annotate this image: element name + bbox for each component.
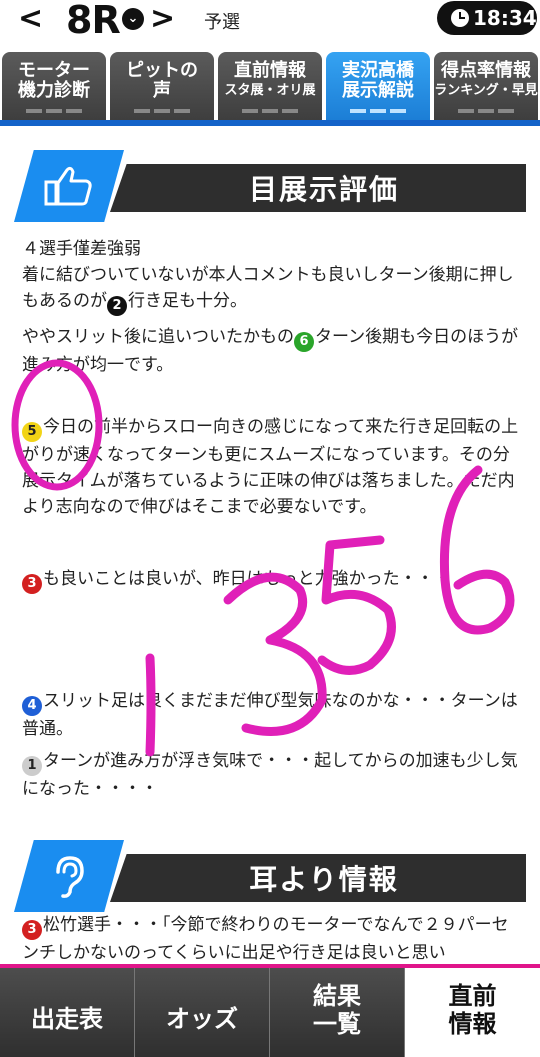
time-badge: 18:34 bbox=[437, 1, 537, 35]
boat-number-badge: 4 bbox=[22, 696, 42, 716]
ear-icon bbox=[56, 856, 84, 898]
boat-number-badge: 2 bbox=[107, 296, 127, 316]
tab-indicator bbox=[350, 109, 406, 113]
tab-label-line1: 直前情報 bbox=[234, 60, 306, 81]
paragraph-boat6: ややスリット後に追いついたかもの 6 ターン後期も今日のほうが進み方が均一です。 bbox=[22, 324, 522, 378]
nav-label-line2: 一覧 bbox=[313, 1010, 361, 1038]
tab-label-line2: 声 bbox=[153, 80, 171, 101]
race-stage-label: 予選 bbox=[204, 12, 240, 33]
thumbs-up-icon bbox=[44, 166, 92, 206]
paragraph-boat4: 4 スリット足は良くまだまだ伸び型気味なのかな・・・ターンは普通。 bbox=[22, 688, 522, 742]
top-bar: < 8R ⌄ > 予選 18:34 bbox=[0, 0, 540, 42]
boat-number-badge: 1 bbox=[22, 756, 42, 776]
nav-label: オッズ bbox=[166, 1005, 238, 1033]
tab-label-line1: 得点率情報 bbox=[441, 60, 531, 81]
boat-number-badge: 3 bbox=[22, 920, 42, 940]
boat-number-badge: 5 bbox=[22, 422, 42, 442]
tab-label-line2: 展示解説 bbox=[342, 80, 414, 101]
tab-label-line1: モーター bbox=[18, 60, 90, 81]
paragraph-text: も良いことは良いが、昨日はもっと力強かった・・・ bbox=[43, 569, 451, 589]
paragraph-text: 今日の前半からスロー向きの感じになって来た行き足回転の上がりが速くなってターンも… bbox=[22, 417, 519, 517]
race-number: 8R bbox=[66, 0, 121, 42]
section-title: 耳より情報 bbox=[249, 863, 399, 896]
handwritten-digit-5 bbox=[317, 535, 396, 675]
nav-label-line1: 結果 bbox=[313, 982, 361, 1010]
boat-number-badge: 3 bbox=[22, 574, 42, 594]
section-title: 目展示評価 bbox=[248, 173, 399, 206]
bottom-navigation: 出走表 オッズ 結果 一覧 直前 情報 bbox=[0, 964, 540, 1057]
nav-label-line1: 直前 bbox=[448, 982, 497, 1010]
section-header-evaluation: 目展示評価 bbox=[14, 150, 526, 222]
paragraph-boat3: 3 も良いことは良いが、昨日はもっと力強かった・・・ bbox=[22, 566, 522, 594]
paragraph-text: 行き足も十分。 bbox=[128, 291, 247, 311]
boat-number-badge: 6 bbox=[294, 332, 314, 352]
tab-label-line2: スタ展・オリ展 bbox=[224, 83, 316, 98]
paragraph-boat5: 5 今日の前半からスロー向きの感じになって来た行き足回転の上がりが速くなってターン… bbox=[22, 414, 522, 520]
tab-indicator bbox=[242, 109, 298, 113]
info-tabs: モーター 機力診断 ピットの 声 直前情報 スタ展・オリ展 実況高橋 展示解説 … bbox=[0, 52, 540, 126]
paragraph-summary: ４選手僅差強弱 bbox=[22, 239, 141, 259]
paragraph-text: ターンが進み方が浮き気味で・・・起してからの加速も少し気になった・・・・ bbox=[22, 751, 518, 799]
nav-race-card[interactable]: 出走表 bbox=[0, 968, 135, 1057]
section-header-insider-info: 耳より情報 bbox=[14, 840, 526, 912]
paragraph-text: 松竹選手・・・「今節で終わりのモーターでなんで２９パーセンチしかないのってくらい… bbox=[22, 915, 509, 963]
nav-results[interactable]: 結果 一覧 bbox=[270, 968, 405, 1057]
paragraph-insider: 3 松竹選手・・・「今節で終わりのモーターでなんで２９パーセンチしかないのってくら… bbox=[22, 912, 522, 966]
paragraph-boat1: 1 ターンが進み方が浮き気味で・・・起してからの加速も少し気になった・・・・ bbox=[22, 748, 522, 802]
tab-label-line1: 実況高橋 bbox=[342, 60, 414, 81]
tab-motor-diagnosis[interactable]: モーター 機力診断 bbox=[2, 52, 106, 120]
paragraph-text: スリット足は良くまだまだ伸び型気味なのかな・・・ターンは普通。 bbox=[22, 691, 518, 739]
paragraph-text: 着に結びついていないが本人コメントも良いしターン後期に押しもあるのが bbox=[22, 265, 514, 311]
next-race-button[interactable]: > bbox=[150, 4, 175, 34]
nav-pre-race-info[interactable]: 直前 情報 bbox=[405, 968, 540, 1057]
tab-commentary[interactable]: 実況高橋 展示解説 bbox=[326, 52, 430, 120]
tab-label-line1: ピットの bbox=[126, 60, 198, 81]
race-dropdown-button[interactable]: ⌄ bbox=[122, 8, 144, 30]
paragraph-text: ややスリット後に追いついたかもの bbox=[22, 327, 294, 347]
tab-label-line2: 機力診断 bbox=[18, 80, 90, 101]
paragraph-boat2: 着に結びついていないが本人コメントも良いしターン後期に押しもあるのが 2 行き足も十… bbox=[22, 262, 522, 316]
nav-label: 出走表 bbox=[31, 1005, 103, 1033]
tab-pit-voice[interactable]: ピットの 声 bbox=[110, 52, 214, 120]
tab-pre-race-info[interactable]: 直前情報 スタ展・オリ展 bbox=[218, 52, 322, 120]
nav-odds[interactable]: オッズ bbox=[135, 968, 270, 1057]
tab-indicator bbox=[26, 109, 82, 113]
clock-icon bbox=[451, 9, 469, 27]
nav-label-line2: 情報 bbox=[448, 1010, 497, 1038]
tab-indicator bbox=[134, 109, 190, 113]
tab-label-line2: ランキング・早見 bbox=[434, 83, 538, 98]
tab-score-ranking[interactable]: 得点率情報 ランキング・早見 bbox=[434, 52, 538, 120]
time-text: 18:34 bbox=[473, 6, 537, 30]
tab-indicator bbox=[458, 109, 514, 113]
prev-race-button[interactable]: < bbox=[18, 4, 43, 34]
